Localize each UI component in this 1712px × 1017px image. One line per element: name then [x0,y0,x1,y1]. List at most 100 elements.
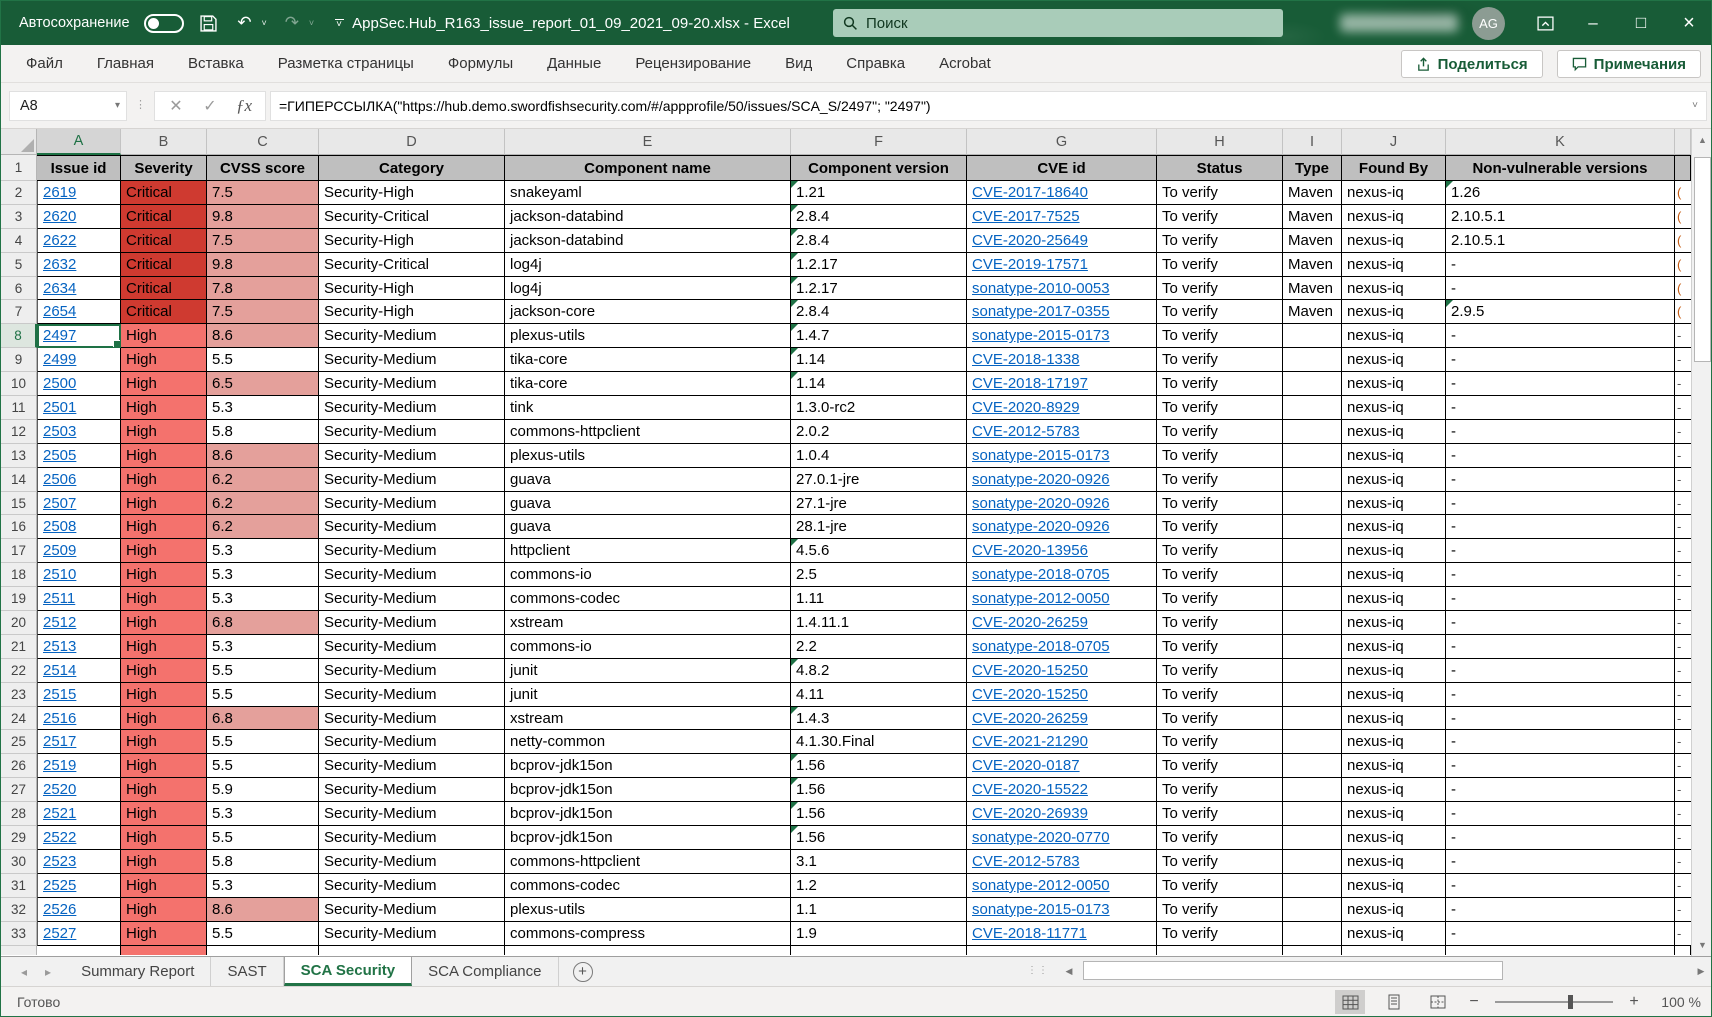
cell-cve-id-link[interactable]: CVE-2021-21290 [972,733,1088,750]
column-header-partial[interactable] [1675,129,1691,155]
cell-cve-id-link[interactable]: sonatype-2020-0926 [972,518,1110,535]
cell-issue-id-link[interactable]: 2503 [43,423,76,440]
row-number-25[interactable]: 25 [1,730,37,754]
maximize-button[interactable]: □ [1617,1,1665,45]
cell-cve-id-link[interactable]: CVE-2020-8929 [972,399,1080,416]
row-number-10[interactable]: 10 [1,372,37,396]
cell-cve-id-link[interactable]: CVE-2017-7525 [972,208,1080,225]
column-header-K[interactable]: K [1446,129,1675,155]
comments-button[interactable]: Примечания [1557,50,1701,78]
cell-cve-id-link[interactable]: sonatype-2012-0050 [972,590,1110,607]
cell-cve-id-link[interactable]: sonatype-2018-0705 [972,638,1110,655]
cell-cve-id-link[interactable]: CVE-2020-26259 [972,710,1088,727]
cell-issue-id-link[interactable]: 2512 [43,614,76,631]
scroll-left-icon[interactable]: ◀ [1059,960,1079,982]
sheet-tab-summary-report[interactable]: Summary Report [65,957,211,986]
row-number-11[interactable]: 11 [1,396,37,420]
cell-issue-id-link[interactable]: 2527 [43,925,76,942]
name-box-dropdown-icon[interactable]: ▾ [115,100,120,111]
cell-cve-id-link[interactable]: sonatype-2015-0173 [972,447,1110,464]
zoom-slider-thumb[interactable] [1568,995,1573,1009]
cell-issue-id-link[interactable]: 2519 [43,757,76,774]
cell-issue-id-link[interactable]: 2514 [43,662,76,679]
row-number-27[interactable]: 27 [1,778,37,802]
cell-cve-id-link[interactable]: CVE-2020-0187 [972,757,1080,774]
row-number-7[interactable]: 7 [1,300,37,324]
horizontal-scroll-thumb[interactable] [1083,961,1503,980]
cell-issue-id-link[interactable]: 2654 [43,303,76,320]
column-header-A[interactable]: A [37,129,121,155]
cell-cve-id-link[interactable]: CVE-2018-11771 [972,925,1087,942]
row-number-3[interactable]: 3 [1,205,37,229]
cell-issue-id-link[interactable]: 2634 [43,280,76,297]
avatar[interactable]: AG [1472,7,1505,40]
cell-issue-id-link[interactable]: 2526 [43,901,76,918]
ribbon-tab-вид[interactable]: Вид [768,45,829,83]
close-button[interactable]: × [1665,1,1712,45]
scroll-up-icon[interactable]: ▲ [1692,129,1712,151]
row-number-9[interactable]: 9 [1,348,37,372]
cell-issue-id-link[interactable]: 2517 [43,733,76,750]
row-number-20[interactable]: 20 [1,611,37,635]
ribbon-tab-данные[interactable]: Данные [530,45,618,83]
cell-issue-id-link[interactable]: 2500 [43,375,76,392]
row-number-22[interactable]: 22 [1,659,37,683]
vertical-scrollbar[interactable]: ▲ ▼ [1691,129,1712,956]
zoom-out-button[interactable]: − [1467,993,1481,1011]
column-header-B[interactable]: B [121,129,207,155]
row-number-12[interactable]: 12 [1,420,37,444]
cell-cve-id-link[interactable]: sonatype-2012-0050 [972,877,1110,894]
ribbon-tab-формулы[interactable]: Формулы [431,45,530,83]
scroll-right-icon[interactable]: ▶ [1691,960,1711,982]
row-number-13[interactable]: 13 [1,444,37,468]
cell-cve-id-link[interactable]: CVE-2020-15250 [972,662,1088,679]
cell-issue-id-link[interactable]: 2619 [43,184,76,201]
save-icon[interactable] [198,12,220,34]
row-number-31[interactable]: 31 [1,874,37,898]
page-break-view-icon[interactable] [1423,990,1453,1014]
search-box[interactable] [833,9,1283,37]
ribbon-tab-acrobat[interactable]: Acrobat [922,45,1008,83]
cell-cve-id-link[interactable]: CVE-2020-25649 [972,232,1088,249]
cell-cve-id-link[interactable]: sonatype-2018-0705 [972,566,1110,583]
cell-cve-id-link[interactable]: CVE-2018-17197 [972,375,1088,392]
column-header-F[interactable]: F [791,129,967,155]
select-all-corner[interactable] [1,129,37,155]
cell-issue-id-link[interactable]: 2620 [43,208,76,225]
cell-cve-id-link[interactable]: CVE-2012-5783 [972,853,1080,870]
row-number-28[interactable]: 28 [1,802,37,826]
cell-cve-id-link[interactable]: CVE-2012-5783 [972,423,1080,440]
row-number-15[interactable]: 15 [1,492,37,516]
cell-cve-id-link[interactable]: sonatype-2010-0053 [972,280,1110,297]
cell-issue-id-link[interactable]: 2510 [43,566,76,583]
insert-function-icon[interactable]: ƒx [229,93,259,119]
ribbon-tab-справка[interactable]: Справка [829,45,922,83]
autosave-toggle[interactable] [144,14,184,33]
enter-formula-icon[interactable]: ✓ [195,93,225,119]
row-number-18[interactable]: 18 [1,563,37,587]
cell-cve-id-link[interactable]: CVE-2020-26939 [972,805,1088,822]
cell-issue-id-link[interactable]: 2520 [43,781,76,798]
row-number-16[interactable]: 16 [1,515,37,539]
cell-issue-id-link[interactable]: 2507 [43,495,76,512]
sheet-tab-sast[interactable]: SAST [211,957,283,986]
page-layout-view-icon[interactable] [1379,990,1409,1014]
sheet-tab-sca-security[interactable]: SCA Security [284,957,412,986]
cell-cve-id-link[interactable]: sonatype-2017-0355 [972,303,1110,320]
column-header-D[interactable]: D [319,129,505,155]
ribbon-display-options-icon[interactable] [1521,1,1569,45]
row-number-14[interactable]: 14 [1,468,37,492]
formula-bar-splitter[interactable]: ⋮ [135,103,146,108]
horizontal-scrollbar[interactable]: ⋮⋮ ◀ ▶ [1027,956,1711,986]
share-button[interactable]: Поделиться [1401,50,1543,78]
cell-issue-id-link[interactable]: 2525 [43,877,76,894]
formula-input[interactable]: =ГИПЕРССЫЛКА("https://hub.demo.swordfish… [270,91,1707,121]
cell-cve-id-link[interactable]: CVE-2019-17571 [972,256,1088,273]
row-number-8[interactable]: 8 [1,324,37,348]
vertical-scroll-thumb[interactable] [1694,157,1711,362]
cell-issue-id-link[interactable]: 2511 [43,590,75,607]
expand-formula-bar-icon[interactable]: ˅ [1692,100,1698,111]
cell-cve-id-link[interactable]: CVE-2020-15522 [972,781,1088,798]
cell-issue-id-link[interactable]: 2505 [43,447,76,464]
ribbon-tab-разметка-страницы[interactable]: Разметка страницы [261,45,431,83]
